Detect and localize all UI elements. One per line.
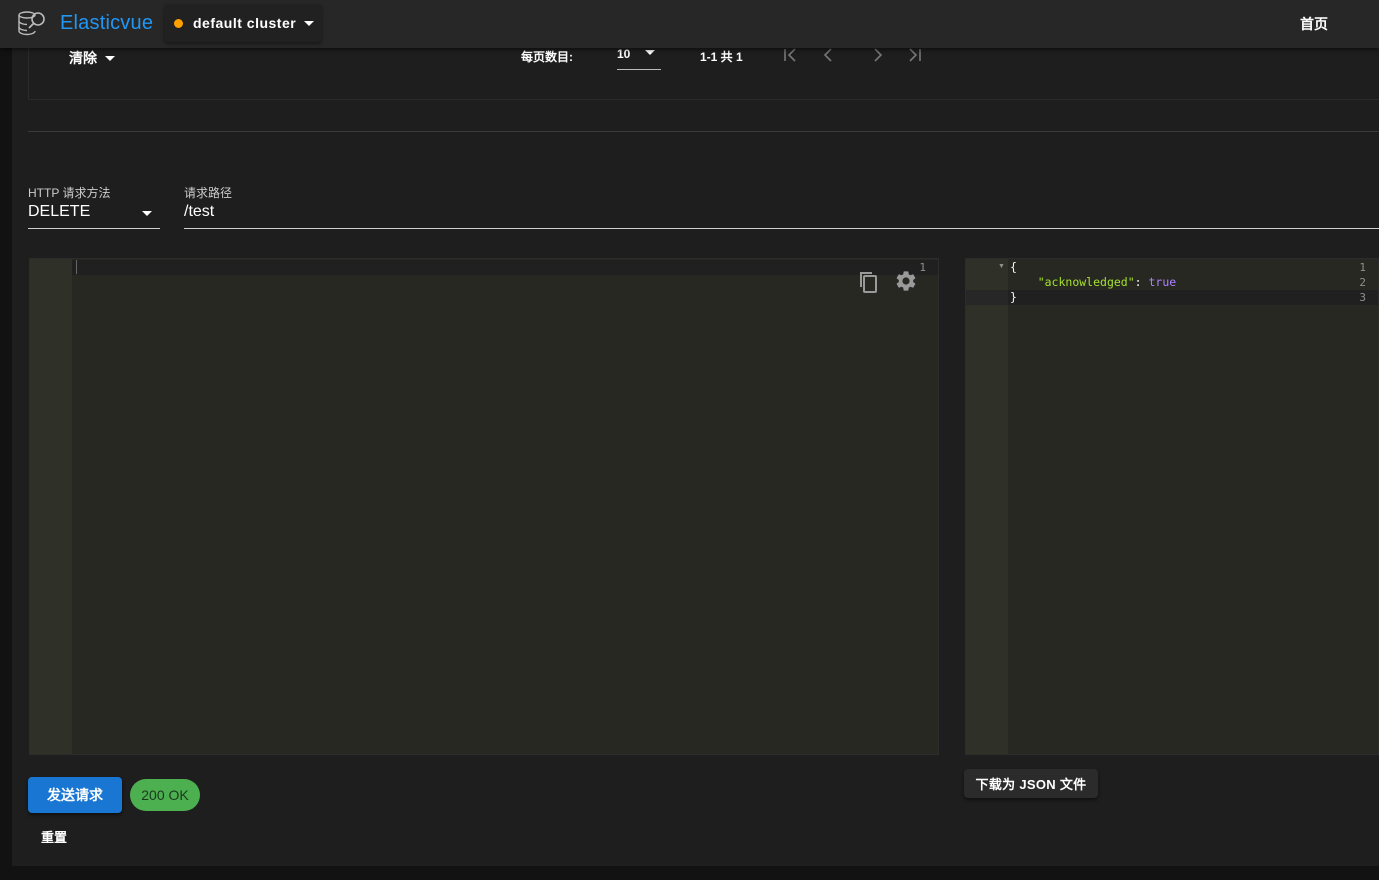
app-bar: Elasticvue default cluster 首页 [0,0,1379,48]
chevron-down-icon [105,55,115,61]
request-path-input[interactable]: /test [184,203,1379,229]
page-range-text: 1-1 共 1 [700,50,743,64]
request-body-editor[interactable]: 1 [29,258,939,755]
chevron-down-icon [142,211,152,216]
status-badge: 200 OK [130,779,200,811]
chevron-down-icon [645,50,655,55]
app-title[interactable]: Elasticvue [60,12,153,35]
line-number: 1 [1359,261,1366,274]
editor-gutter [966,259,1008,754]
response-editor[interactable]: 1 ▼ 2 3 { "acknowledged": true } [965,258,1379,755]
active-line-highlight [72,260,938,275]
code-line: { [1010,260,1017,274]
chevron-down-icon [304,20,315,26]
table-footer: 清除 每页数目: 10 1-1 共 1 [28,46,1379,100]
active-gutter-line [30,260,72,275]
copy-icon[interactable] [857,269,883,295]
cluster-status-dot [174,18,183,28]
rows-per-page-select[interactable]: 10 [617,46,661,70]
line-number: 3 [1359,291,1366,304]
send-request-button[interactable]: 发送请求 [28,777,122,813]
path-label: 请求路径 [184,186,233,200]
http-method-value: DELETE [28,203,91,220]
clear-button[interactable]: 清除 [69,48,115,68]
http-method-select[interactable]: DELETE [28,203,160,229]
cluster-selector-button[interactable]: default cluster [164,4,322,42]
settings-icon[interactable] [894,269,920,295]
home-button[interactable]: 首页 [1300,14,1328,34]
method-label: HTTP 请求方法 [28,186,111,200]
request-path-value: /test [184,203,215,220]
rows-per-page-label: 每页数目: [521,50,573,64]
reset-button[interactable]: 重置 [28,822,80,850]
text-cursor [76,260,77,274]
line-number: 1 [919,261,926,274]
active-gutter-line [966,290,1008,305]
fold-arrow-icon[interactable]: ▼ [998,263,1005,270]
line-number: 2 [1359,276,1366,289]
clear-label: 清除 [69,50,97,66]
cluster-name: default cluster [193,15,297,31]
code-line: } [1010,290,1017,304]
editor-gutter [30,259,72,754]
main-content: 清除 每页数目: 10 1-1 共 1 HTTP 请求方法 DELETE 请求路… [12,0,1379,866]
section-divider [28,131,1379,132]
download-json-button[interactable]: 下载为 JSON 文件 [964,769,1098,798]
active-line-highlight [1008,290,1378,305]
elasticvue-logo-icon[interactable] [16,9,48,39]
code-line: "acknowledged": true [1037,275,1177,289]
rows-per-page-value: 10 [617,47,631,61]
